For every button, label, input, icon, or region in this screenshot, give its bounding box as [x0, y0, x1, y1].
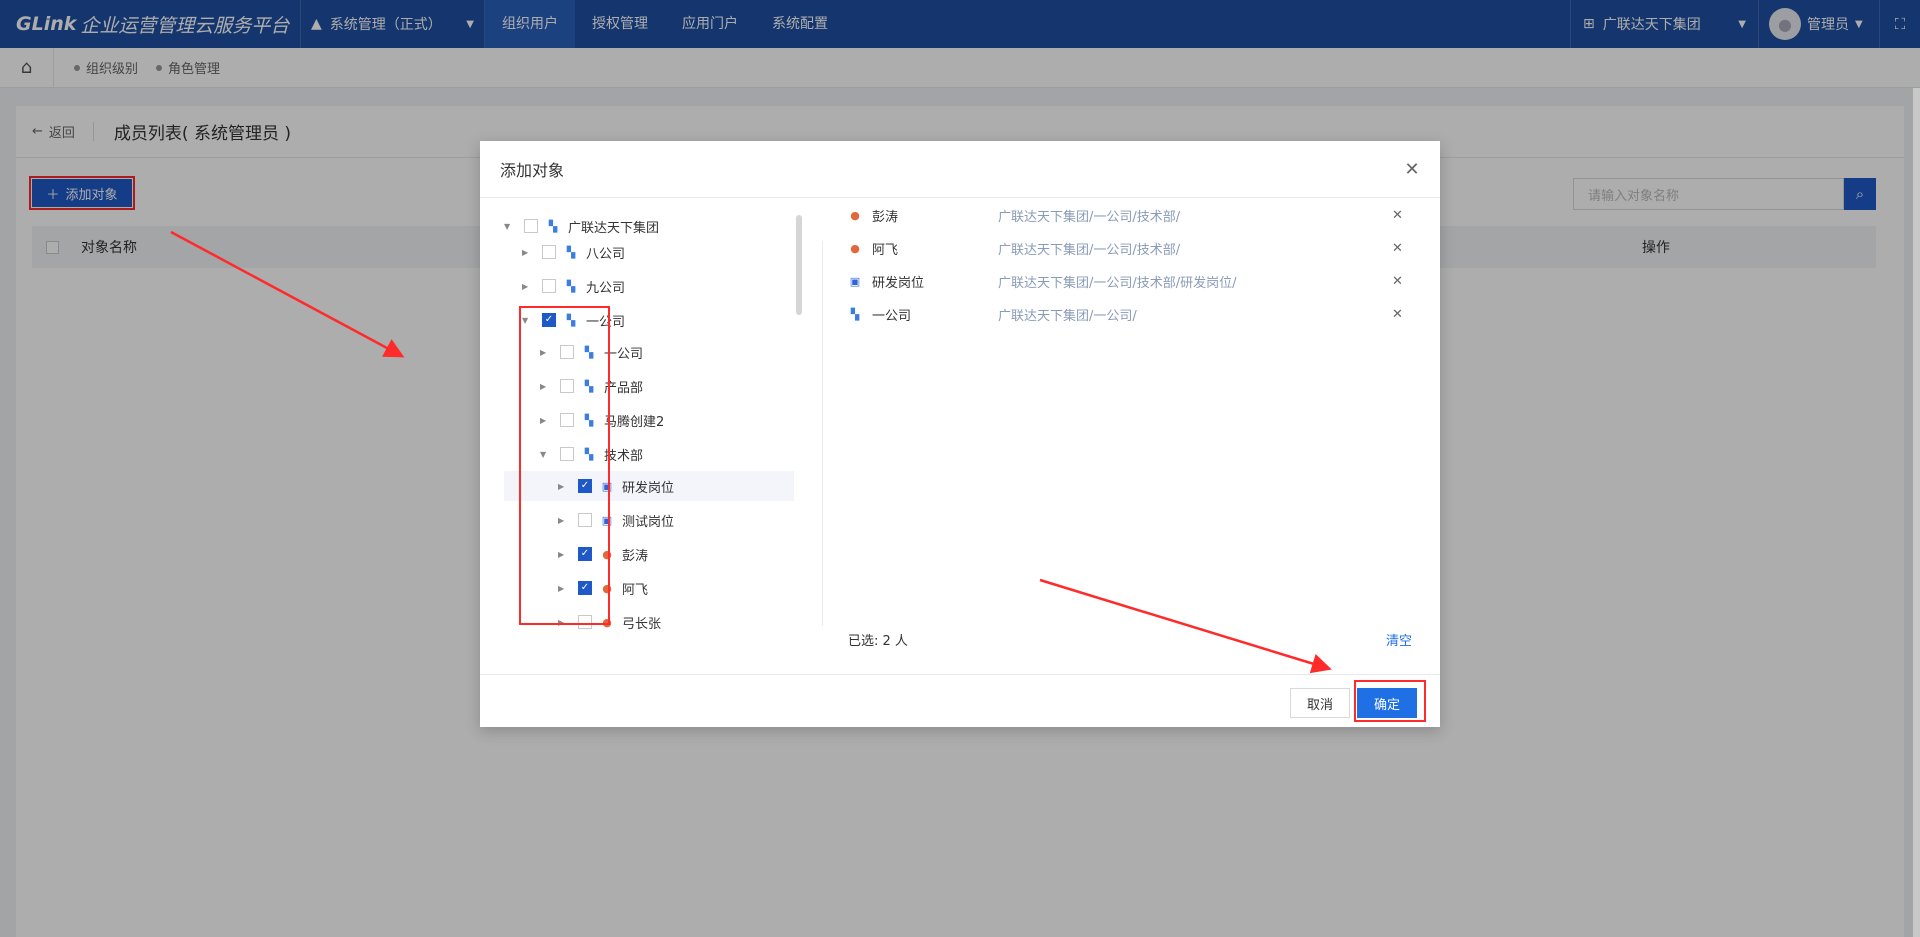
- selected-item-name: 研发岗位: [872, 275, 925, 291]
- user-icon: ●: [602, 581, 612, 595]
- tree-node-label: 技术部: [604, 448, 644, 464]
- selected-item: ● 彭涛 广联达天下集团/一公司/技术部/ ✕: [848, 200, 1408, 230]
- tree-node[interactable]: ▼ ▚ 广联达天下集团: [504, 212, 659, 240]
- org-tree-icon: ▚: [566, 279, 576, 293]
- tree-checkbox[interactable]: ✓: [578, 581, 592, 595]
- tree-node[interactable]: ▼ ✓ ▚ 一公司: [522, 306, 625, 334]
- tree-scrollbar[interactable]: [796, 215, 802, 315]
- dialog-footer: 取消 确定: [480, 674, 1440, 727]
- selected-item-name: 阿飞: [872, 242, 899, 258]
- caret-right-icon[interactable]: ▶: [558, 482, 568, 491]
- tree-node-label: 测试岗位: [622, 514, 675, 530]
- tree-checkbox[interactable]: [578, 615, 592, 629]
- org-tree-icon: ▚: [584, 345, 594, 359]
- tree-checkbox[interactable]: [560, 447, 574, 461]
- selected-item-path: 广联达天下集团/一公司/: [998, 308, 1137, 324]
- tree-checkbox[interactable]: ✓: [578, 479, 592, 493]
- selected-item-path: 广联达天下集团/一公司/技术部/: [998, 242, 1181, 258]
- caret-right-icon[interactable]: ▶: [540, 382, 550, 391]
- tree-node[interactable]: ▶ ▚ 一公司: [540, 338, 643, 366]
- selected-item-name: 一公司: [872, 308, 912, 324]
- close-icon[interactable]: ✕: [1402, 159, 1422, 180]
- remove-icon[interactable]: ✕: [1392, 208, 1408, 223]
- tree-node-label: 弓长张: [622, 616, 662, 632]
- tree-node-label: 一公司: [604, 346, 644, 362]
- selected-item-path: 广联达天下集团/一公司/技术部/: [998, 209, 1181, 225]
- tree-checkbox[interactable]: ✓: [542, 313, 556, 327]
- remove-icon[interactable]: ✕: [1392, 307, 1408, 322]
- org-tree-icon: ▚: [584, 413, 594, 427]
- selected-item: ▚ 一公司 广联达天下集团/一公司/ ✕: [848, 299, 1408, 329]
- tree-node[interactable]: ▶ ✓ ● 彭涛: [558, 540, 648, 568]
- selected-count: 已选: 2 人: [848, 634, 908, 649]
- caret-right-icon[interactable]: ▶: [558, 516, 568, 525]
- clear-button[interactable]: 清空: [1386, 630, 1412, 649]
- caret-right-icon[interactable]: ▶: [540, 348, 550, 357]
- tree-checkbox[interactable]: ✓: [578, 547, 592, 561]
- tree-node-label: 八公司: [586, 246, 626, 262]
- caret-down-icon[interactable]: ▼: [504, 222, 514, 231]
- post-icon: ▣: [601, 479, 613, 493]
- tree-node-label: 产品部: [604, 380, 644, 396]
- caret-down-icon[interactable]: ▼: [540, 450, 550, 459]
- tree-checkbox[interactable]: [542, 245, 556, 259]
- selected-item-name: 彭涛: [872, 209, 899, 225]
- add-object-dialog: 添加对象 ✕ ▼ ▚ 广联达天下集团 ▶ ▚ 八公司 ▶ ▚ 九公司 ▼ ✓ ▚ 一公司 ▶ ▚ 一公司 ▶ ▚ 产…: [480, 141, 1440, 727]
- org-tree-icon: ▚: [584, 379, 594, 393]
- tree-node-label: 一公司: [586, 314, 626, 330]
- org-tree-icon: ▚: [584, 447, 594, 461]
- tree-checkbox[interactable]: [524, 219, 538, 233]
- tree-node[interactable]: ▶ ✓ ▣ 研发岗位: [558, 472, 674, 500]
- tree-node[interactable]: ▶ ● 弓长张: [558, 608, 661, 636]
- cancel-button[interactable]: 取消: [1290, 688, 1350, 718]
- user-icon: ●: [602, 615, 612, 629]
- caret-right-icon[interactable]: ▶: [558, 550, 568, 559]
- selected-item: ▣ 研发岗位 广联达天下集团/一公司/技术部/研发岗位/ ✕: [848, 266, 1408, 296]
- user-icon: ●: [602, 547, 612, 561]
- tree-node-label: 研发岗位: [622, 480, 675, 496]
- org-tree-icon: ▚: [548, 219, 558, 233]
- post-icon: ▣: [849, 274, 861, 288]
- divider: [822, 241, 823, 626]
- caret-right-icon[interactable]: ▶: [558, 584, 568, 593]
- remove-icon[interactable]: ✕: [1392, 241, 1408, 256]
- tree-checkbox[interactable]: [560, 379, 574, 393]
- tree-node-label: 阿飞: [622, 582, 649, 598]
- confirm-button[interactable]: 确定: [1357, 688, 1417, 718]
- selected-item-path: 广联达天下集团/一公司/技术部/研发岗位/: [998, 275, 1237, 291]
- tree-node[interactable]: ▶ ▚ 九公司: [522, 272, 625, 300]
- caret-right-icon[interactable]: ▶: [558, 618, 568, 627]
- caret-down-icon[interactable]: ▼: [522, 316, 532, 325]
- tree-node[interactable]: ▶ ✓ ● 阿飞: [558, 574, 648, 602]
- remove-icon[interactable]: ✕: [1392, 274, 1408, 289]
- tree-node-label: 彭涛: [622, 548, 649, 564]
- caret-right-icon[interactable]: ▶: [522, 282, 532, 291]
- tree-checkbox[interactable]: [560, 413, 574, 427]
- caret-right-icon[interactable]: ▶: [522, 248, 532, 257]
- caret-right-icon[interactable]: ▶: [540, 416, 550, 425]
- tree-checkbox[interactable]: [578, 513, 592, 527]
- dialog-title: 添加对象: [480, 141, 1440, 198]
- user-icon: ●: [850, 241, 860, 255]
- object-tree: ▼ ▚ 广联达天下集团 ▶ ▚ 八公司 ▶ ▚ 九公司 ▼ ✓ ▚ 一公司 ▶ ▚ 一公司 ▶ ▚ 产品部 ▶ ▚ 马腾创…: [504, 211, 804, 651]
- org-tree-icon: ▚: [850, 307, 860, 321]
- tree-node-label: 广联达天下集团: [568, 220, 660, 236]
- post-icon: ▣: [601, 513, 613, 527]
- tree-node[interactable]: ▶ ▚ 产品部: [540, 372, 643, 400]
- tree-node-label: 马腾创建2: [604, 414, 665, 430]
- page-scrollbar[interactable]: [1913, 88, 1920, 937]
- tree-node[interactable]: ▼ ▚ 技术部: [540, 440, 643, 468]
- tree-node[interactable]: ▶ ▚ 马腾创建2: [540, 406, 664, 434]
- tree-node[interactable]: ▶ ▣ 测试岗位: [558, 506, 674, 534]
- selected-item: ● 阿飞 广联达天下集团/一公司/技术部/ ✕: [848, 233, 1408, 263]
- tree-checkbox[interactable]: [560, 345, 574, 359]
- tree-node-label: 九公司: [586, 280, 626, 296]
- org-tree-icon: ▚: [566, 313, 576, 327]
- org-tree-icon: ▚: [566, 245, 576, 259]
- user-icon: ●: [850, 208, 860, 222]
- tree-checkbox[interactable]: [542, 279, 556, 293]
- tree-node[interactable]: ▶ ▚ 八公司: [522, 238, 625, 266]
